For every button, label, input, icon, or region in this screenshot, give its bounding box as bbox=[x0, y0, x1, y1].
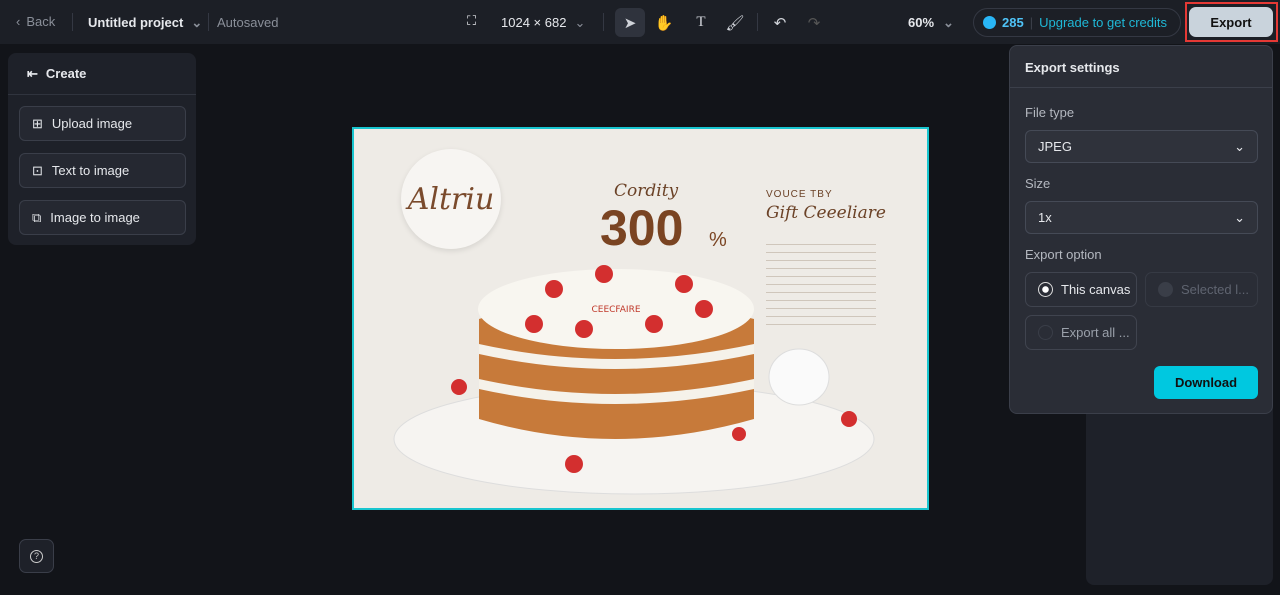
popover-title: Export settings bbox=[1025, 60, 1120, 75]
export-button[interactable]: Export bbox=[1189, 7, 1273, 37]
chevron-down-icon: ⌄ bbox=[1234, 138, 1245, 154]
file-type-label: File type bbox=[1025, 105, 1075, 120]
upload-image-button[interactable]: ⊞ Upload image bbox=[19, 106, 186, 141]
size-select[interactable]: 1x ⌄ bbox=[1025, 201, 1258, 234]
back-button[interactable]: ‹ Back bbox=[16, 14, 55, 29]
option-export-all[interactable]: Export all ... bbox=[1025, 315, 1137, 350]
save-status: Autosaved bbox=[217, 15, 279, 30]
credits-pill[interactable]: 285 | Upgrade to get credits bbox=[973, 8, 1181, 37]
help-icon: ? bbox=[30, 549, 43, 563]
zoom-dropdown[interactable]: 60% ⌄ bbox=[908, 15, 954, 31]
chevron-down-icon: ⌄ bbox=[943, 15, 954, 30]
chevron-down-icon: ⌄ bbox=[191, 15, 203, 30]
redo-icon[interactable]: ↷ bbox=[799, 8, 829, 37]
option-this-canvas[interactable]: This canvas bbox=[1025, 272, 1137, 307]
top-bar: ‹ Back Untitled project ⌄ Autosaved ⛶ 1024… bbox=[0, 0, 1280, 44]
file-type-select[interactable]: JPEG ⌄ bbox=[1025, 130, 1258, 163]
radio-selected-icon bbox=[1038, 282, 1053, 297]
resize-icon[interactable]: ⛶ bbox=[467, 13, 476, 29]
text-to-image-icon: ⊡ bbox=[32, 162, 43, 178]
download-button[interactable]: Download bbox=[1154, 366, 1258, 399]
select-tool-icon[interactable]: ➤ bbox=[615, 8, 645, 37]
upload-image-icon: ⊞ bbox=[32, 115, 43, 131]
radio-disabled-icon bbox=[1158, 282, 1173, 297]
cake-text: CEECFAIRE bbox=[591, 305, 640, 315]
option-selected-layers: Selected l... bbox=[1145, 272, 1258, 307]
create-panel: ⇤ Create ⊞ Upload image ⊡ Text to image ⧉ Im… bbox=[8, 53, 196, 245]
brush-tool-icon[interactable]: 🖌 bbox=[720, 8, 750, 37]
cake-illustration: CEECFAIRE bbox=[393, 265, 875, 495]
undo-icon[interactable]: ↶ bbox=[765, 8, 795, 37]
hand-tool-icon[interactable]: ✋ bbox=[649, 8, 679, 37]
upgrade-link[interactable]: Upgrade to get credits bbox=[1039, 15, 1167, 30]
text-tool-icon[interactable]: T bbox=[686, 8, 716, 37]
canvas-size-dropdown[interactable]: 1024 × 682 ⌄ bbox=[501, 15, 585, 31]
chevron-down-icon: ⌄ bbox=[574, 15, 586, 30]
chevron-left-icon: ‹ bbox=[16, 14, 21, 29]
image-to-image-button[interactable]: ⧉ Image to image bbox=[19, 200, 186, 235]
size-label: Size bbox=[1025, 176, 1051, 191]
radio-icon bbox=[1038, 325, 1053, 340]
create-back-button[interactable]: ⇤ Create bbox=[27, 66, 86, 82]
text-to-image-button[interactable]: ⊡ Text to image bbox=[19, 153, 186, 188]
arrow-left-icon: ⇤ bbox=[27, 66, 38, 81]
canvas-image[interactable]: Altriu Cordity 300 % VOUCE TBY Gift Ceee… bbox=[352, 127, 929, 510]
chevron-down-icon: ⌄ bbox=[1234, 209, 1245, 225]
export-settings-popover: Export settings File type JPEG ⌄ Size 1x ⌄… bbox=[1009, 45, 1273, 414]
project-name-dropdown[interactable]: Untitled project ⌄ bbox=[88, 15, 202, 31]
credits-icon bbox=[983, 16, 996, 29]
image-to-image-icon: ⧉ bbox=[32, 209, 42, 225]
export-option-label: Export option bbox=[1025, 247, 1102, 262]
help-button[interactable]: ? bbox=[19, 539, 54, 573]
